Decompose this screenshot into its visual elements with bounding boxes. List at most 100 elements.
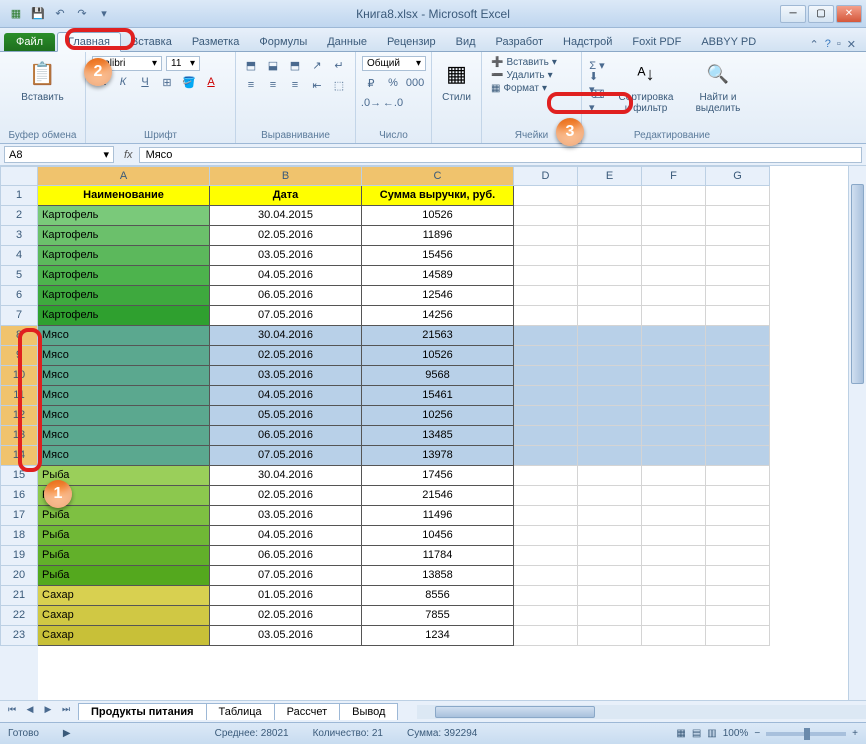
align-top-button[interactable]: ⬒ [242,56,260,74]
cell[interactable]: 30.04.2015 [210,206,362,226]
tab-view[interactable]: Вид [446,33,486,51]
tab-layout[interactable]: Разметка [182,33,250,51]
find-select-button[interactable]: 🔍 Найти и выделить [686,56,750,116]
row-header[interactable]: 8 [0,326,38,346]
row-header[interactable]: 23 [0,626,38,646]
cell[interactable] [514,186,578,206]
cell[interactable]: 15461 [362,386,514,406]
tab-developer[interactable]: Разработ [486,33,553,51]
cell[interactable]: Картофель [38,206,210,226]
cell[interactable]: 17456 [362,466,514,486]
cell[interactable]: 02.05.2016 [210,226,362,246]
cell[interactable] [578,526,642,546]
cell[interactable] [514,326,578,346]
cell[interactable]: 06.05.2016 [210,426,362,446]
cell[interactable] [642,226,706,246]
cell[interactable] [706,246,770,266]
row-header[interactable]: 19 [0,546,38,566]
row-header[interactable]: 20 [0,566,38,586]
select-all-button[interactable] [0,166,38,186]
row-header[interactable]: 17 [0,506,38,526]
fx-button[interactable]: fx [118,149,139,161]
row-header[interactable]: 15 [0,466,38,486]
cell[interactable]: 10526 [362,346,514,366]
cell[interactable]: 10256 [362,406,514,426]
cell[interactable] [578,606,642,626]
header-cell[interactable]: Наименование [38,186,210,206]
save-button[interactable]: 💾 [30,6,46,22]
cell[interactable] [706,406,770,426]
cell[interactable] [514,546,578,566]
row-header[interactable]: 7 [0,306,38,326]
fill-color-button[interactable]: 🪣 [180,73,198,91]
ribbon-minimize-icon[interactable]: ⌃ [810,38,819,51]
cell[interactable] [706,486,770,506]
cell[interactable] [706,546,770,566]
cell[interactable]: 15456 [362,246,514,266]
insert-cells-button[interactable]: ➕Вставить ▾ [488,56,575,69]
row-header[interactable]: 11 [0,386,38,406]
cell[interactable]: 06.05.2016 [210,286,362,306]
cell[interactable] [578,366,642,386]
row-header[interactable]: 10 [0,366,38,386]
cell[interactable] [642,306,706,326]
sheet-tab[interactable]: Таблица [206,703,275,720]
cell[interactable] [642,566,706,586]
cell[interactable] [642,506,706,526]
column-header[interactable]: D [514,166,578,186]
cell[interactable]: 21563 [362,326,514,346]
align-middle-button[interactable]: ⬓ [264,56,282,74]
cell[interactable] [642,586,706,606]
cell[interactable]: Картофель [38,306,210,326]
border-button[interactable]: ⊞ [158,73,176,91]
cell[interactable]: 07.05.2016 [210,306,362,326]
percent-button[interactable]: % [384,74,402,92]
row-header[interactable]: 9 [0,346,38,366]
undo-button[interactable]: ↶ [52,6,68,22]
tab-addins[interactable]: Надстрой [553,33,622,51]
cell[interactable] [514,446,578,466]
qat-dropdown-icon[interactable]: ▾ [96,6,112,22]
row-header[interactable]: 6 [0,286,38,306]
column-header[interactable]: B [210,166,362,186]
cell[interactable] [642,546,706,566]
cell[interactable] [514,486,578,506]
cell[interactable] [514,586,578,606]
cell[interactable] [578,426,642,446]
cell[interactable]: 14256 [362,306,514,326]
orientation-button[interactable]: ↗ [308,56,326,74]
tab-home[interactable]: Главная [57,32,121,52]
cell[interactable]: Картофель [38,226,210,246]
cell[interactable]: Мясо [38,326,210,346]
view-break-icon[interactable]: ▥ [707,728,716,739]
font-size-combo[interactable]: 11▾ [166,56,200,71]
cell[interactable]: 03.05.2016 [210,246,362,266]
cell[interactable] [706,446,770,466]
cell[interactable]: Сахар [38,626,210,646]
cell[interactable] [578,566,642,586]
zoom-in-button[interactable]: + [852,728,858,739]
cell[interactable] [514,346,578,366]
cell[interactable] [706,306,770,326]
cell[interactable] [514,506,578,526]
maximize-button[interactable]: ▢ [808,5,834,23]
column-header[interactable]: C [362,166,514,186]
cell[interactable]: Сахар [38,606,210,626]
cell[interactable] [642,606,706,626]
zoom-level[interactable]: 100% [723,728,749,739]
cell[interactable] [578,266,642,286]
cell[interactable]: Сахар [38,586,210,606]
cell[interactable] [578,486,642,506]
view-normal-icon[interactable]: ▦ [676,728,685,739]
cell[interactable]: 10456 [362,526,514,546]
cell[interactable]: 12546 [362,286,514,306]
cell[interactable] [514,286,578,306]
cell[interactable] [514,246,578,266]
row-header[interactable]: 22 [0,606,38,626]
paste-button[interactable]: 📋 Вставить [6,56,79,105]
cell[interactable]: 9568 [362,366,514,386]
cell[interactable]: Мясо [38,346,210,366]
cell[interactable] [706,206,770,226]
row-header[interactable]: 14 [0,446,38,466]
delete-cells-button[interactable]: ➖Удалить ▾ [488,69,575,82]
